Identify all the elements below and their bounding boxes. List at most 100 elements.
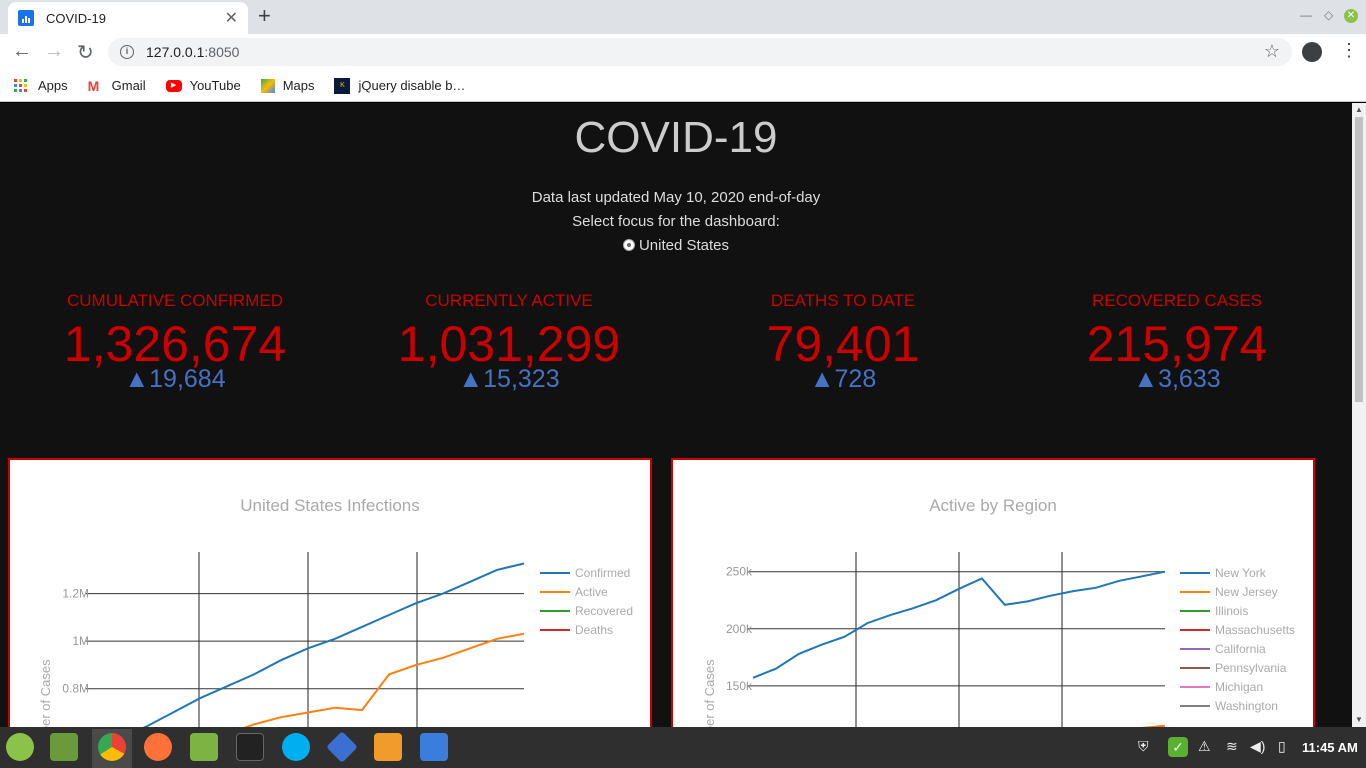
legend-label: New York bbox=[1215, 566, 1267, 580]
legend-label: Illinois bbox=[1215, 604, 1248, 618]
legend-label: Michigan bbox=[1215, 680, 1263, 694]
url-host: 127.0.0.1 bbox=[146, 44, 205, 60]
us-infections-chart-panel: 0.6M0.8M1M1.2MNumber of CasesConfirmedAc… bbox=[8, 458, 652, 727]
stat-value: 215,974 bbox=[1086, 316, 1268, 372]
scroll-up-icon[interactable]: ▲ bbox=[1355, 105, 1363, 114]
legend-label: Pennsylvania bbox=[1215, 661, 1287, 675]
stat-label: CUMULATIVE CONFIRMED bbox=[67, 291, 283, 310]
chart-favicon-icon bbox=[18, 10, 34, 26]
bookmark-label: Maps bbox=[282, 78, 315, 93]
bookmark-label: jQuery disable b… bbox=[358, 78, 466, 93]
gmail-icon: M bbox=[87, 77, 100, 94]
youtube-icon: ▶ bbox=[165, 79, 182, 92]
focus-prompt: Select focus for the dashboard: bbox=[572, 213, 780, 230]
legend-label: California bbox=[1215, 642, 1266, 656]
tab-strip: COVID-19 ✕ + — ◇ ✕ bbox=[0, 0, 1366, 34]
tab-title: COVID-19 bbox=[46, 10, 106, 26]
url-text: 127.0.0.1:8050 bbox=[146, 44, 239, 60]
bookmark-youtube[interactable]: ▶ YouTube bbox=[165, 78, 241, 93]
legend-label: Deaths bbox=[575, 623, 613, 637]
legend-label: Massachusetts bbox=[1215, 623, 1295, 637]
site-info-icon[interactable]: i bbox=[120, 45, 134, 59]
restore-icon[interactable]: ◇ bbox=[1324, 8, 1333, 22]
mint-menu-icon[interactable] bbox=[6, 733, 34, 761]
legend-label: Confirmed bbox=[575, 566, 630, 580]
volume-icon[interactable]: ◀) bbox=[1250, 738, 1265, 755]
bookmark-apps[interactable]: Apps bbox=[14, 78, 68, 93]
bookmark-gmail[interactable]: M Gmail bbox=[88, 78, 146, 93]
files-icon[interactable] bbox=[190, 733, 218, 761]
active-by-region-chart-panel: 100k150k200k250kNumber of CasesNew YorkN… bbox=[671, 458, 1315, 727]
y-axis-label: Number of Cases bbox=[702, 659, 717, 727]
y-tick-label: 0.8M bbox=[62, 682, 89, 696]
bookmark-label: Gmail bbox=[111, 78, 146, 93]
firefox-icon[interactable] bbox=[144, 733, 172, 761]
chrome-icon[interactable] bbox=[98, 733, 126, 761]
minimize-icon[interactable]: — bbox=[1300, 8, 1312, 22]
stat-label: RECOVERED CASES bbox=[1091, 291, 1263, 310]
back-arrow-icon[interactable]: ← bbox=[12, 40, 32, 63]
url-port: :8050 bbox=[204, 44, 240, 60]
focus-radio-united-states[interactable] bbox=[622, 239, 635, 251]
y-tick-label: 150k bbox=[726, 679, 753, 693]
y-axis-label: Number of Cases bbox=[38, 659, 53, 727]
bookmark-maps[interactable]: Maps bbox=[260, 78, 315, 93]
terminal-icon[interactable] bbox=[236, 733, 264, 761]
bookmark-label: YouTube bbox=[189, 78, 241, 93]
sublime-icon[interactable] bbox=[374, 733, 402, 761]
stat-confirmed: CUMULATIVE CONFIRMED 1,326,674 ▲19,684 bbox=[8, 291, 342, 392]
stat-label: DEATHS TO DATE bbox=[770, 291, 916, 310]
shield-icon[interactable]: ⛨ bbox=[1138, 738, 1149, 755]
bookmarks-bar: Apps M Gmail ▶ YouTube Maps K jQuery dis… bbox=[0, 70, 1366, 102]
window-close-button[interactable]: ✕ bbox=[1344, 9, 1358, 23]
stat-delta: ▲728 bbox=[809, 365, 877, 393]
stat-delta: ▲15,323 bbox=[458, 365, 560, 393]
maps-icon bbox=[260, 78, 275, 93]
clipboard-icon[interactable]: ▯ bbox=[1278, 738, 1286, 755]
bookmark-star-icon[interactable]: ☆ bbox=[1264, 41, 1280, 62]
browser-toolbar: ← → ↻ i 127.0.0.1:8050 ☆ ⋮ bbox=[0, 34, 1366, 70]
account-avatar-icon[interactable] bbox=[1302, 42, 1322, 62]
chart-title: Active by Region bbox=[929, 496, 1057, 515]
warning-icon[interactable]: ⚠ bbox=[1198, 738, 1211, 755]
bookmark-jquery[interactable]: K jQuery disable b… bbox=[334, 77, 466, 94]
jquery-page-icon: K bbox=[334, 77, 351, 94]
y-tick-label: 250k bbox=[726, 565, 753, 579]
update-check-icon[interactable]: ✓ bbox=[1168, 737, 1188, 757]
y-tick-label: 200k bbox=[726, 622, 753, 636]
os-taskbar: ⛨ ✓ ⚠ ≋ ◀) ▯ 11:45 AM bbox=[0, 727, 1366, 768]
stat-delta: ▲3,633 bbox=[1133, 365, 1221, 393]
apps-grid-icon bbox=[14, 78, 30, 93]
screenshot-icon[interactable] bbox=[420, 733, 448, 761]
focus-radio-label: United States bbox=[638, 237, 730, 254]
forward-arrow-icon[interactable]: → bbox=[44, 40, 64, 63]
page-title: COVID-19 bbox=[574, 113, 778, 162]
legend-label: Recovered bbox=[575, 604, 633, 618]
stat-recovered: RECOVERED CASES 215,974 ▲3,633 bbox=[1010, 291, 1344, 392]
close-tab-icon[interactable]: ✕ bbox=[225, 8, 238, 28]
app-icon[interactable] bbox=[326, 731, 358, 763]
stat-label: CURRENTLY ACTIVE bbox=[425, 291, 593, 310]
reload-icon[interactable]: ↻ bbox=[77, 40, 94, 65]
dashboard-page: COVID-19 Data last updated May 10, 2020 … bbox=[0, 103, 1352, 727]
stat-value: 1,031,299 bbox=[397, 316, 621, 372]
wifi-icon[interactable]: ≋ bbox=[1226, 738, 1238, 755]
focus-radio-group: United States bbox=[0, 237, 1352, 254]
clock: 11:45 AM bbox=[1302, 740, 1358, 755]
scroll-down-icon[interactable]: ▼ bbox=[1355, 715, 1363, 724]
address-bar[interactable]: i 127.0.0.1:8050 ☆ bbox=[108, 38, 1292, 66]
show-desktop-icon[interactable] bbox=[50, 733, 78, 761]
skype-icon[interactable] bbox=[282, 733, 310, 761]
page-scrollbar[interactable]: ▲ ▼ bbox=[1352, 103, 1366, 727]
browser-menu-icon[interactable]: ⋮ bbox=[1340, 40, 1358, 61]
scroll-thumb[interactable] bbox=[1355, 117, 1363, 402]
new-tab-button[interactable]: + bbox=[258, 5, 271, 27]
legend-label: Active bbox=[575, 585, 608, 599]
stat-delta: ▲19,684 bbox=[124, 365, 226, 393]
legend-label: Washington bbox=[1215, 699, 1278, 713]
y-tick-label: 1.2M bbox=[62, 587, 89, 601]
legend-label: New Jersey bbox=[1215, 585, 1278, 599]
last-updated-text: Data last updated May 10, 2020 end-of-da… bbox=[531, 189, 821, 206]
browser-tab[interactable]: COVID-19 ✕ bbox=[8, 2, 248, 34]
stat-active: CURRENTLY ACTIVE 1,031,299 ▲15,323 bbox=[342, 291, 676, 392]
